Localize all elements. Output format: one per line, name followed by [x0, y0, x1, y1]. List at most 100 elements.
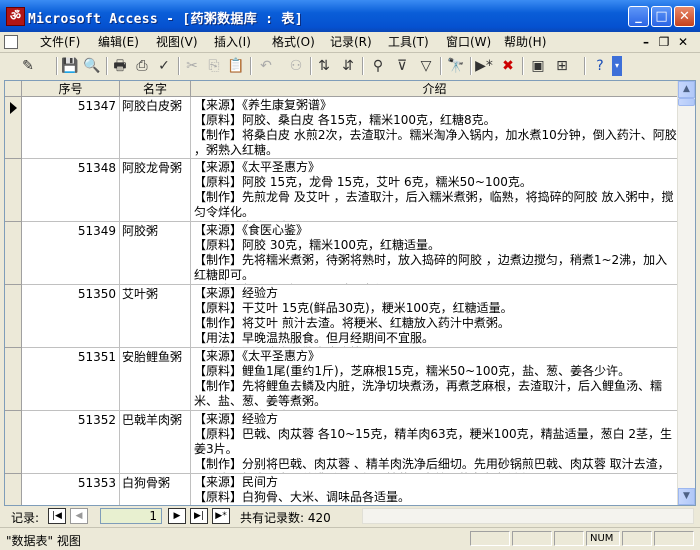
description-line: 【制作】先煎龙骨 及艾叶 ，去渣取汁，后入糯米煮粥，临熟，将捣碎的阿胶 放入粥中…: [194, 190, 674, 219]
menu-bar: 文件(F) 编辑(E) 视图(V) 插入(I) 格式(O) 记录(R) 工具(T…: [0, 32, 700, 53]
status-pane: [470, 531, 510, 546]
description-line: 【制作】分别将巴戟、肉苁蓉 、精羊肉洗净后细切。先用砂锅煎巴戟、肉苁蓉 取汁去渣…: [194, 457, 670, 473]
status-pane: [622, 531, 652, 546]
status-pane: [654, 531, 694, 546]
menu-help[interactable]: 帮助(H): [504, 34, 546, 50]
datasheet-grid[interactable]: 序号 名字 介绍 51347 阿胶白皮粥 【来源】《养生康复粥谱》 【原料】阿胶、桑白…: [4, 80, 696, 506]
cell-id[interactable]: 51348: [22, 159, 120, 222]
scroll-thumb[interactable]: [678, 98, 695, 106]
last-record-button[interactable]: ▶|: [190, 508, 208, 524]
row-selector[interactable]: [5, 411, 22, 474]
previous-record-button[interactable]: ◀: [70, 508, 88, 524]
cut-icon[interactable]: ✂: [182, 56, 202, 76]
hyperlink-icon[interactable]: ⚇: [286, 56, 306, 76]
scroll-down-icon[interactable]: ▼: [678, 488, 695, 505]
cell-name[interactable]: 艾叶粥: [120, 285, 191, 348]
spelling-icon[interactable]: ✓: [154, 56, 174, 76]
new-record-button[interactable]: ▶*: [212, 508, 230, 524]
scroll-up-icon[interactable]: ▲: [678, 81, 695, 98]
close-button[interactable]: ✕: [674, 6, 695, 27]
cell-name[interactable]: 白狗骨粥: [120, 474, 191, 505]
mdi-close-button[interactable]: ✕: [675, 34, 691, 50]
row-selector[interactable]: [5, 474, 22, 505]
copy-icon[interactable]: ⎘: [204, 56, 224, 76]
cell-name[interactable]: 巴戟羊肉粥: [120, 411, 191, 474]
mdi-minimize-button[interactable]: –: [638, 34, 654, 50]
new-record-icon[interactable]: ▶*: [474, 56, 494, 76]
cell-description[interactable]: 【来源】《食医心鉴》 【原料】阿胶 30克，糯米100克，红糖适量。 【制作】先将糯…: [191, 222, 679, 285]
cell-name[interactable]: 阿胶粥: [120, 222, 191, 285]
description-line: 【来源】《食医心鉴》: [194, 223, 309, 237]
toolbar-options-icon[interactable]: ▾: [612, 56, 622, 76]
first-record-button[interactable]: |◀: [48, 508, 66, 524]
cell-id[interactable]: 51352: [22, 411, 120, 474]
horizontal-scrollbar[interactable]: [362, 508, 694, 524]
vertical-scrollbar[interactable]: ▲ ▼: [677, 81, 695, 505]
menu-view[interactable]: 视图(V): [156, 34, 198, 50]
row-selector[interactable]: [5, 222, 22, 285]
new-object-icon[interactable]: ⊞: [552, 56, 572, 76]
search-file-icon[interactable]: 🔍: [82, 56, 102, 76]
menu-tools[interactable]: 工具(T): [388, 34, 429, 50]
cell-id[interactable]: 51351: [22, 348, 120, 411]
design-view-icon[interactable]: ✎: [18, 56, 38, 76]
column-header-desc[interactable]: 介绍: [191, 81, 679, 97]
maximize-button[interactable]: □: [651, 6, 672, 27]
menu-insert[interactable]: 插入(I): [214, 34, 251, 50]
description-line: 【来源】民间方: [194, 475, 279, 489]
menu-file[interactable]: 文件(F): [40, 34, 80, 50]
paste-icon[interactable]: 📋: [226, 56, 246, 76]
cell-id[interactable]: 51347: [22, 97, 120, 159]
title-bar[interactable]: ॐ Microsoft Access - [药粥数据库 : 表] _ □ ✕: [0, 0, 700, 32]
column-header-name[interactable]: 名字: [120, 81, 191, 97]
cell-description[interactable]: 【来源】民间方 【原料】白狗骨、大米、调味品各适量。: [191, 474, 679, 505]
access-app-icon[interactable]: ॐ: [6, 7, 25, 26]
cell-id[interactable]: 51350: [22, 285, 120, 348]
select-all-corner[interactable]: [5, 81, 22, 97]
table-window-icon[interactable]: [4, 35, 18, 49]
print-icon[interactable]: 🖶: [110, 56, 130, 76]
cell-description[interactable]: 【来源】《太平圣惠方》 【原料】阿胶 15克，龙骨 15克，艾叶 6克，糯米50~…: [191, 159, 679, 222]
toolbar-separator: [362, 57, 364, 75]
mdi-restore-button[interactable]: ❐: [656, 34, 672, 50]
cell-id[interactable]: 51349: [22, 222, 120, 285]
cell-description[interactable]: 【来源】《养生康复粥谱》 【原料】阿胶、桑白皮 各15克，糯米100克，红糖8克。…: [191, 97, 679, 159]
current-record-input[interactable]: 1: [100, 508, 162, 524]
status-text: "数据表" 视图: [6, 534, 81, 548]
menu-window[interactable]: 窗口(W): [446, 34, 491, 50]
row-selector[interactable]: [5, 159, 22, 222]
undo-icon[interactable]: ↶: [256, 56, 276, 76]
cell-description[interactable]: 【来源】经验方 【原料】巴戟、肉苁蓉 各10~15克，精羊肉63克，粳米100克，…: [191, 411, 679, 474]
cell-description[interactable]: 【来源】《太平圣惠方》 【原料】鲤鱼1尾(重约1斤)，芝麻根15克，糯米50~10…: [191, 348, 679, 411]
toolbar-separator: [310, 57, 312, 75]
apply-filter-icon[interactable]: ▽: [416, 56, 436, 76]
minimize-button[interactable]: _: [628, 6, 649, 27]
description-line: 【制作】将桑白皮 水煎2次，去渣取汁。糯米淘净入锅内，加水煮10分钟，倒入药汁、…: [194, 128, 677, 157]
filter-by-selection-icon[interactable]: ⚲: [368, 56, 388, 76]
row-selector[interactable]: [5, 285, 22, 348]
cell-id[interactable]: 51353: [22, 474, 120, 505]
menu-format[interactable]: 格式(O): [272, 34, 315, 50]
database-window-icon[interactable]: ▣: [528, 56, 548, 76]
cell-name[interactable]: 安胎鲤鱼粥: [120, 348, 191, 411]
next-record-button[interactable]: ▶: [168, 508, 186, 524]
print-preview-icon[interactable]: ⎙: [132, 56, 152, 76]
column-header-id[interactable]: 序号: [22, 81, 120, 97]
toolbar: ✎ 💾 🔍 🖶 ⎙ ✓ ✂ ⎘ 📋 ↶ ⚇ ⇅ ⇵ ⚲ ⊽ ▽ 🔭 ▶* ✖ ▣…: [0, 53, 700, 79]
menu-edit[interactable]: 编辑(E): [98, 34, 139, 50]
cell-description[interactable]: 【来源】经验方 【原料】干艾叶 15克(鲜品30克)，粳米100克，红糖适量。 【制…: [191, 285, 679, 348]
find-icon[interactable]: 🔭: [446, 56, 466, 76]
help-icon[interactable]: ?: [590, 56, 610, 76]
cell-name[interactable]: 阿胶龙骨粥: [120, 159, 191, 222]
description-line: 【制作】先将糯米煮粥，待粥将熟时，放入捣碎的阿胶 ，边煮边搅匀，稍煮1~2沸，加…: [194, 253, 668, 282]
save-icon[interactable]: 💾: [60, 56, 80, 76]
row-selector[interactable]: [5, 97, 22, 159]
filter-by-form-icon[interactable]: ⊽: [392, 56, 412, 76]
sort-ascending-icon[interactable]: ⇅: [314, 56, 334, 76]
menu-records[interactable]: 记录(R): [330, 34, 372, 50]
cell-name[interactable]: 阿胶白皮粥: [120, 97, 191, 159]
sort-descending-icon[interactable]: ⇵: [338, 56, 358, 76]
delete-record-icon[interactable]: ✖: [498, 56, 518, 76]
description-line: 【原料】巴戟、肉苁蓉 各10~15克，精羊肉63克，粳米100克，精盐适量，葱白…: [194, 427, 673, 456]
row-selector[interactable]: [5, 348, 22, 411]
